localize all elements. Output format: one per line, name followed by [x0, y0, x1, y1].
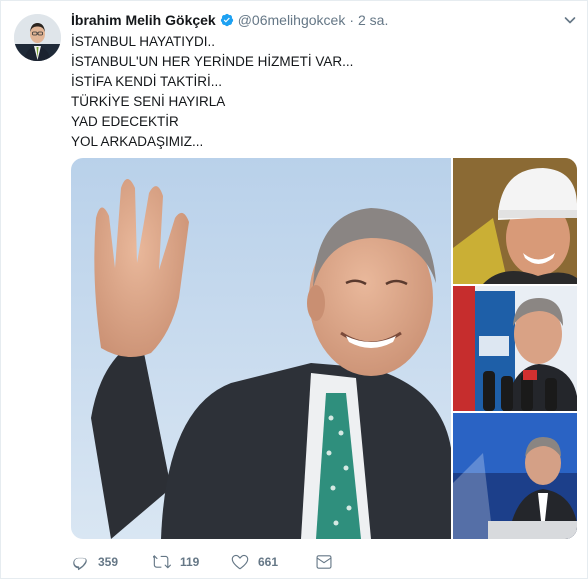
like-count: 661: [258, 555, 279, 569]
media-photo-microphones[interactable]: [453, 286, 577, 411]
media-photo-hardhat[interactable]: [453, 158, 577, 284]
tweet-text-line: İSTANBUL HAYATIYDI..: [71, 34, 216, 49]
direct-message-button[interactable]: [315, 551, 333, 573]
tweet-text-line: TÜRKİYE SENİ HAYIRLA: [71, 94, 226, 109]
tweet-header: İbrahim Melih Gökçek @06melihgokcek · 2 …: [71, 10, 388, 30]
like-icon: [231, 554, 249, 570]
tweet-text-line: İSTANBUL'UN HER YERİNDE HİZMETİ VAR...: [71, 54, 354, 69]
tweet-text-line: İSTİFA KENDİ TAKTİRİ...: [71, 74, 223, 89]
retweet-button[interactable]: 119: [153, 551, 231, 573]
tweet-text-line: YOL ARKADAŞIMIZ...: [71, 134, 204, 149]
reply-button[interactable]: 359: [71, 551, 153, 573]
tweet-text-line: YAD EDECEKTİR: [71, 114, 179, 129]
separator-dot: ·: [349, 12, 354, 28]
like-button[interactable]: 661: [231, 551, 315, 573]
tweet-text: İSTANBUL HAYATIYDI.. İSTANBUL'UN HER YER…: [71, 32, 571, 152]
chevron-down-icon[interactable]: [562, 12, 578, 28]
retweet-count: 119: [180, 555, 200, 569]
author-name[interactable]: İbrahim Melih Gökçek: [71, 12, 216, 28]
reply-count: 359: [98, 555, 119, 569]
tweet-actions: 359 119 661: [71, 551, 333, 573]
retweet-icon: [153, 555, 171, 569]
tweet-media-grid: [71, 158, 577, 539]
tweet-timestamp[interactable]: 2 sa.: [358, 12, 388, 28]
author-avatar[interactable]: [14, 14, 61, 61]
direct-message-icon: [316, 555, 332, 569]
author-handle[interactable]: @06melihgokcek: [238, 12, 346, 28]
reply-icon: [73, 557, 87, 571]
media-photo-podium[interactable]: [453, 413, 577, 539]
tweet-card[interactable]: İbrahim Melih Gökçek @06melihgokcek · 2 …: [0, 0, 588, 579]
media-photo-main[interactable]: [71, 158, 451, 539]
verified-badge-icon: [220, 13, 234, 27]
